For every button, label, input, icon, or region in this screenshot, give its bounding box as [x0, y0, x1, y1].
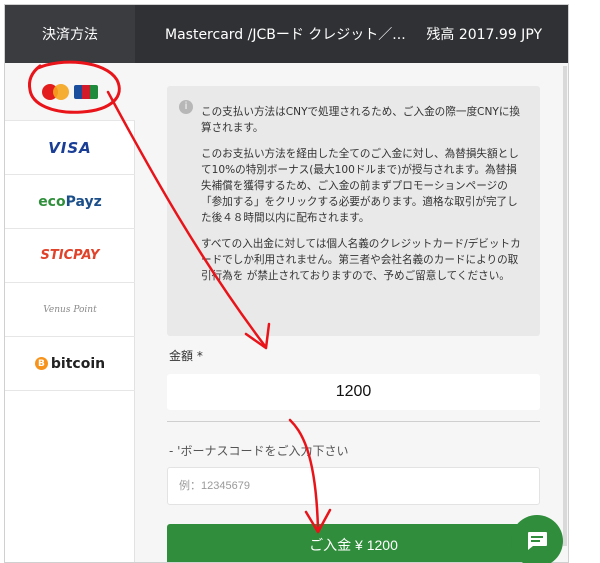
- sticpay-logo: STICPAY: [40, 248, 100, 263]
- method-bitcoin[interactable]: B bitcoin: [5, 337, 135, 391]
- mastercard-jcb-logo: [42, 83, 98, 100]
- balance-display: 残高 2017.99 JPY: [426, 27, 542, 43]
- mastercard-icon: [42, 83, 70, 100]
- page-title: Mastercard /JCBード クレジット／...: [165, 27, 406, 43]
- bitcoin-logo: B bitcoin: [34, 356, 105, 372]
- method-visa[interactable]: VISA: [5, 121, 135, 175]
- jcb-icon: [74, 84, 98, 99]
- scrollbar[interactable]: [563, 66, 567, 546]
- method-ecopayz[interactable]: ecoPayz: [5, 175, 135, 229]
- ecopayz-logo: ecoPayz: [38, 193, 102, 210]
- method-venuspoint[interactable]: Venus Point: [5, 283, 135, 337]
- deposit-window: 決済方法 Mastercard /JCBード クレジット／... 残高 2017…: [4, 4, 569, 563]
- notice-paragraph: このお支払い方法を経由した全てのご入金に対し、為替損失額として10%の特別ボーナ…: [201, 148, 519, 224]
- visa-logo: VISA: [48, 138, 92, 157]
- info-icon: i: [179, 100, 193, 114]
- method-sticpay[interactable]: STICPAY: [5, 229, 135, 283]
- venuspoint-logo: Venus Point: [43, 304, 97, 315]
- notice-paragraph: この支払い方法はCNYで処理されるため、ご入金の際一度CNYに換算されます。: [201, 106, 521, 134]
- notice-box: i この支払い方法はCNYで処理されるため、ご入金の際一度CNYに換算されます。…: [167, 86, 540, 336]
- deposit-form-panel: i この支払い方法はCNYで処理されるため、ご入金の際一度CNYに換算されます。…: [136, 63, 568, 562]
- amount-label: 金額 *: [169, 349, 203, 363]
- amount-input[interactable]: [167, 374, 540, 410]
- divider: [167, 421, 540, 422]
- notice-paragraph: すべての入出金に対しては個人名義のクレジットカード/デビットカードでしか利用され…: [201, 238, 521, 282]
- bonus-code-label: - 'ボーナスコードをご入力下さい: [169, 444, 349, 458]
- bonus-code-input[interactable]: [167, 467, 540, 505]
- deposit-button[interactable]: ご入金 ¥ 1200: [167, 524, 540, 562]
- header-bar: 決済方法 Mastercard /JCBード クレジット／... 残高 2017…: [5, 5, 568, 63]
- bitcoin-icon: B: [34, 357, 48, 370]
- chat-icon: [528, 532, 547, 550]
- method-mastercard-jcb[interactable]: [5, 63, 135, 121]
- payment-method-list: VISA ecoPayz STICPAY Venus Point B bitco…: [5, 63, 135, 562]
- chat-button[interactable]: [511, 515, 563, 563]
- payment-method-tab[interactable]: 決済方法: [5, 5, 135, 63]
